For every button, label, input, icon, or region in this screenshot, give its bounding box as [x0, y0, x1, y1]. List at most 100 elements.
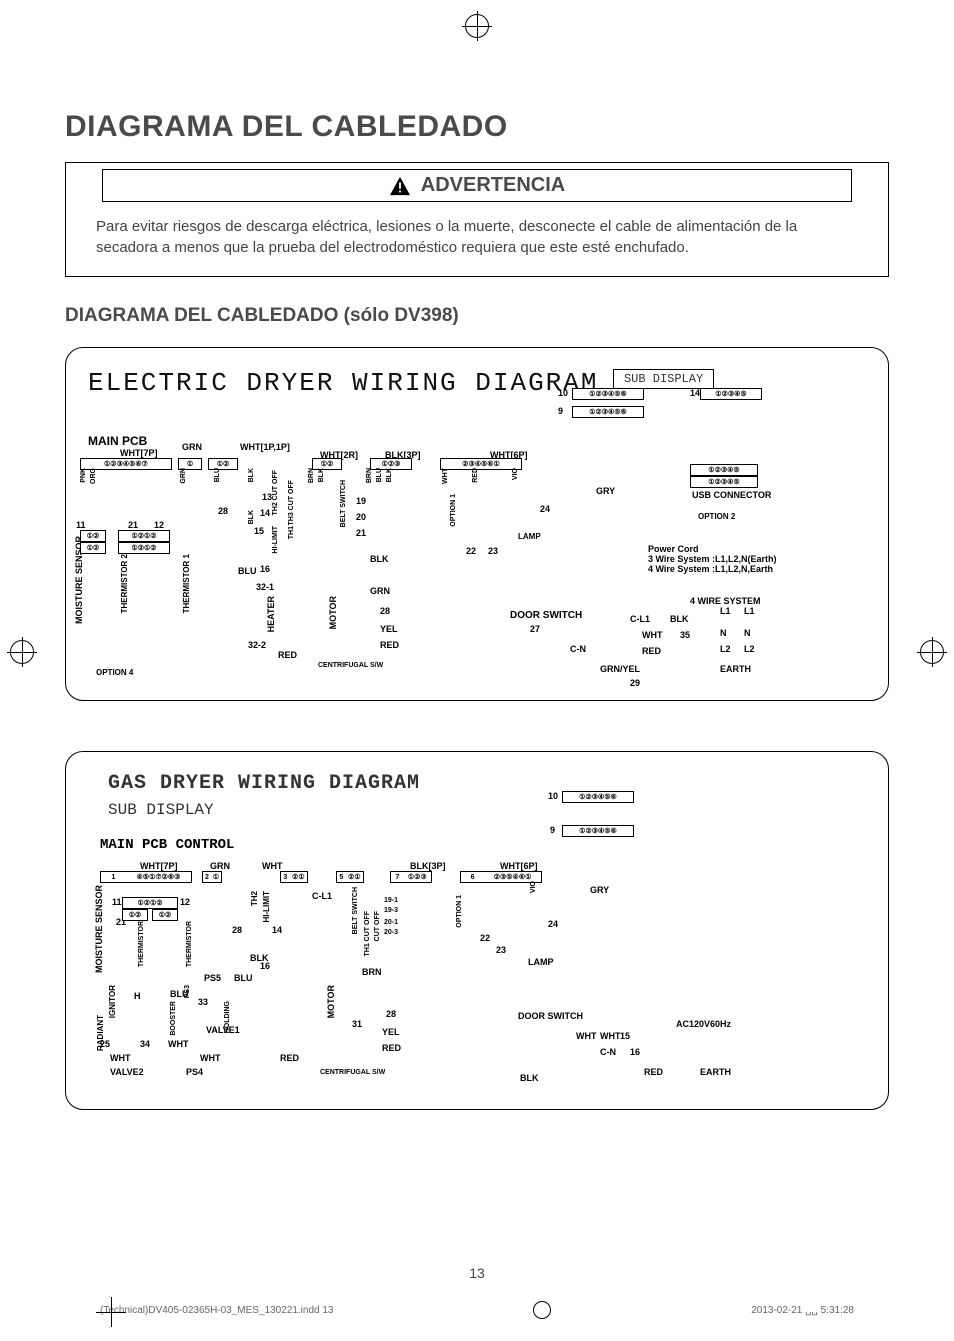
- label: 27: [530, 624, 540, 634]
- label: USB CONNECTOR: [692, 490, 771, 500]
- connector: ①②①②: [118, 542, 170, 554]
- label: WHT[7P]: [120, 448, 158, 458]
- label: 14: [272, 925, 282, 935]
- label: BLK: [670, 614, 689, 624]
- label: WHT: [110, 1053, 131, 1063]
- label: RED: [642, 646, 661, 656]
- connector: ①②③④⑤: [690, 476, 758, 488]
- label: VALVE2: [110, 1067, 144, 1077]
- label: RED: [472, 468, 479, 483]
- label: BLK: [318, 468, 325, 482]
- label: PNK: [80, 468, 87, 483]
- page-content: DIAGRAMA DEL CABLEDADO ADVERTENCIA Para …: [65, 40, 889, 1281]
- gas-sub-display: SUB DISPLAY: [108, 801, 874, 819]
- label: BRN: [308, 468, 315, 483]
- label: WHT[7P]: [140, 861, 178, 871]
- label: 35: [680, 630, 690, 640]
- label: BLK: [520, 1073, 539, 1083]
- connector: ①②: [122, 909, 148, 921]
- label: C-N: [570, 644, 586, 654]
- label: MOISTURE SENSOR: [94, 885, 104, 973]
- label: C-N: [600, 1047, 616, 1057]
- label: WHT: [600, 1031, 621, 1041]
- gas-schematic: MAIN PCB CONTROL 10 ①②③④⑤⑥ 9 ①②③④⑤⑥ WHT[…: [80, 825, 874, 1095]
- label: PS5: [204, 973, 221, 983]
- label: 25: [100, 1039, 110, 1049]
- label: 28: [232, 925, 242, 935]
- main-pcb-label: MAIN PCB: [88, 434, 147, 448]
- warning-text: Para evitar riesgos de descarga eléctric…: [66, 202, 888, 276]
- label: 19: [356, 496, 366, 506]
- label: 28: [218, 506, 228, 516]
- crop-mark: [0, 30, 30, 31]
- label: GRN: [370, 586, 390, 596]
- page-title: DIAGRAMA DEL CABLEDADO: [65, 110, 889, 144]
- label: 14: [260, 508, 270, 518]
- connector: ①②③④⑤: [690, 464, 758, 476]
- label: 24: [548, 919, 558, 929]
- label: BELT SWITCH: [352, 887, 359, 934]
- label: GRY: [596, 486, 615, 496]
- connector: ①②: [312, 458, 342, 470]
- label: ORG: [90, 468, 97, 484]
- label: WHT: [642, 630, 663, 640]
- label: 4 Wire System :L1,L2,N,Earth: [648, 564, 773, 574]
- label: VIO: [512, 468, 519, 480]
- label: 28: [386, 1009, 396, 1019]
- label: HEATER: [266, 596, 276, 632]
- label: WHT: [168, 1039, 189, 1049]
- label: 15: [254, 526, 264, 536]
- label: WHT: [262, 861, 283, 871]
- label: 24: [540, 504, 550, 514]
- label: WHT: [576, 1031, 597, 1041]
- label: YEL: [382, 1027, 400, 1037]
- crop-mark: [0, 61, 30, 62]
- label: BLK: [248, 510, 255, 524]
- connector: ①②: [208, 458, 238, 470]
- label: RED: [380, 640, 399, 650]
- label: WHT: [442, 468, 449, 484]
- label: BOOSTER: [170, 1001, 177, 1036]
- connector: ①②③④⑤⑥: [562, 791, 634, 803]
- label: THERMISTOR: [138, 921, 145, 967]
- label: BLK: [386, 468, 393, 482]
- label: C-L1: [312, 891, 332, 901]
- label: MOTOR: [326, 985, 336, 1018]
- label: BLU: [214, 468, 221, 482]
- label: 33: [198, 997, 208, 1007]
- registration-mark: [920, 640, 944, 664]
- label: WHT[1P,1P]: [240, 442, 290, 452]
- label: H: [134, 991, 141, 1001]
- subtitle: DIAGRAMA DEL CABLEDADO (sólo DV398): [65, 305, 889, 327]
- label: CENTRIFUGAL S/W: [318, 662, 383, 669]
- label: 10: [548, 791, 558, 801]
- connector: ②③④⑤⑥①: [440, 458, 522, 470]
- registration-mark: [465, 14, 489, 38]
- label: VIO: [530, 881, 537, 893]
- label: 21: [356, 528, 366, 538]
- label: RED: [278, 650, 297, 660]
- label: 16: [260, 564, 270, 574]
- crop-mark: [0, 0, 1, 30]
- label: 21: [128, 520, 138, 530]
- label: TH1: [288, 526, 295, 539]
- label: 34: [140, 1039, 150, 1049]
- warning-box: ADVERTENCIA Para evitar riesgos de desca…: [65, 162, 889, 277]
- connector: ①②③④⑤⑥: [572, 388, 644, 400]
- label: C-L1: [630, 614, 650, 624]
- label: EARTH: [720, 664, 751, 674]
- warning-icon: [389, 176, 411, 196]
- connector: ①②①②: [122, 897, 178, 909]
- label: BLK: [248, 468, 255, 482]
- connector: 1④⑤①⑦②⑥③: [100, 871, 192, 883]
- label: WHT: [200, 1053, 221, 1063]
- label: EARTH: [700, 1067, 731, 1077]
- label: WHT[6P]: [500, 861, 538, 871]
- label: TH1 CUT OFF: [364, 911, 371, 957]
- label: 14: [690, 388, 700, 398]
- label: DOOR SWITCH: [510, 610, 582, 621]
- label: 19-1: [384, 897, 398, 904]
- label: THERMISTOR 1: [182, 554, 191, 613]
- registration-mark: [533, 1301, 551, 1319]
- label: RED: [382, 1043, 401, 1053]
